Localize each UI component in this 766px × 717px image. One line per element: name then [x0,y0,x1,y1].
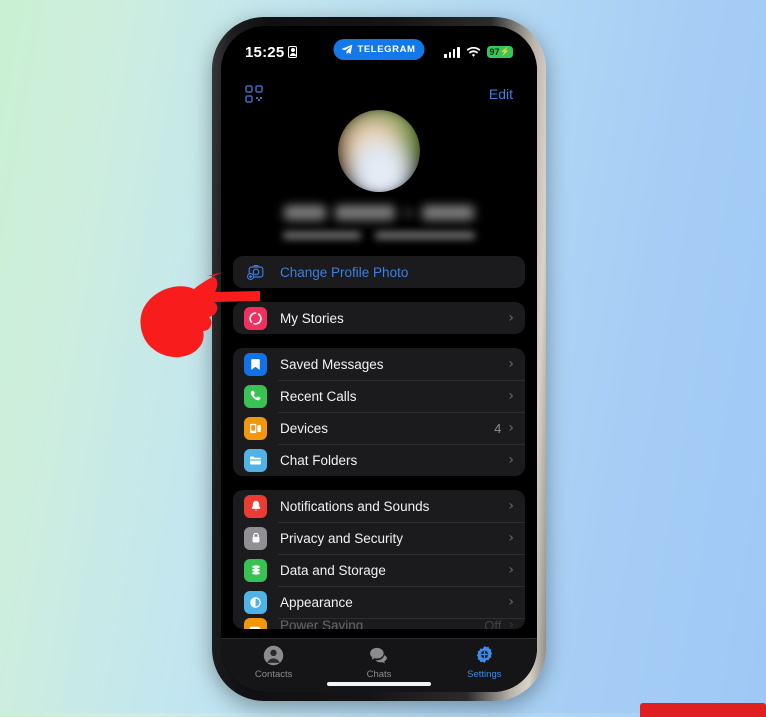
recent-calls-row[interactable]: Recent Calls › [233,380,525,412]
qr-code-icon[interactable] [245,84,263,103]
id-card-icon [288,46,298,58]
cellular-bars-icon [444,46,460,58]
row-label: Recent Calls [280,388,357,404]
row-label: My Stories [280,310,344,326]
clock-label: 15:25 [245,43,285,61]
battery-charging-icon: ⚡ [500,47,510,56]
home-indicator [327,681,431,686]
status-bar: 15:25 TELEGRAM 97 ⚡ [221,26,537,78]
nav-row: Edit [221,78,537,106]
row-label: Chat Folders [280,452,358,468]
chevron-right-icon: › [508,594,514,610]
profile-name-redacted [221,202,537,224]
dynamic-island-app-label: TELEGRAM [357,44,416,55]
phone-icon [244,384,267,408]
lock-icon [244,526,267,550]
chevron-right-icon: › [508,452,514,468]
database-icon [244,558,267,582]
telegram-plane-icon [341,44,353,55]
row-label: Appearance [280,594,353,610]
status-bar-left: 15:25 [245,43,298,61]
avatar[interactable] [338,110,420,192]
row-label: Saved Messages [280,356,384,372]
devices-row[interactable]: Devices 4 › [233,412,525,444]
saved-messages-row[interactable]: Saved Messages › [233,348,525,380]
change-profile-photo-row[interactable]: Change Profile Photo [233,256,525,288]
contrast-circle-icon [244,590,267,614]
bell-icon [244,494,267,518]
tab-label: Settings [467,669,502,680]
account-group: Saved Messages › Recent Calls › Devices … [233,348,525,476]
folder-icon [244,448,267,472]
avatar-image-blurred [338,110,420,192]
settings-group: Notifications and Sounds › Privacy and S… [233,490,525,629]
chevron-right-icon: › [508,562,514,578]
data-and-storage-row[interactable]: Data and Storage › [233,554,525,586]
chat-bubbles-icon [370,647,388,664]
battery-percent-label: 97 [489,46,500,57]
wifi-icon [466,46,480,57]
chevron-right-icon: › [508,530,514,546]
row-label: Notifications and Sounds [280,498,430,514]
appearance-row[interactable]: Appearance › [233,586,525,618]
dynamic-island-telegram-pill[interactable]: TELEGRAM [333,39,425,60]
status-bar-right: 97 ⚡ [444,46,513,58]
profile-header [221,106,537,242]
notifications-and-sounds-row[interactable]: Notifications and Sounds › [233,490,525,522]
phone-bezel: 15:25 TELEGRAM 97 ⚡ Edit Change Profile … [221,26,537,692]
tab-label: Chats [366,669,392,680]
person-circle-icon [263,645,284,666]
chevron-right-icon: › [508,420,514,436]
tab-chats[interactable]: Chats [326,644,431,680]
settings-list: Change Profile Photo My Stories › Saved … [221,256,537,629]
tab-contacts[interactable]: Contacts [221,644,326,680]
privacy-and-security-row[interactable]: Privacy and Security › [233,522,525,554]
edit-button[interactable]: Edit [489,86,513,102]
phone-device-frame: 15:25 TELEGRAM 97 ⚡ Edit Change Profile … [212,17,546,701]
my-stories-row[interactable]: My Stories › [233,302,525,334]
chat-folders-row[interactable]: Chat Folders › [233,444,525,476]
pointer-hand-cursor [140,272,260,358]
chevron-right-icon: › [508,310,514,326]
chevron-right-icon: › [508,618,514,629]
bottom-red-bar [640,703,766,717]
profile-actions-group: Change Profile Photo [233,256,525,288]
battery-saver-icon [244,618,267,629]
gear-icon [476,645,492,663]
devices-count-value: 4 [494,420,502,436]
phone-screen: 15:25 TELEGRAM 97 ⚡ Edit Change Profile … [221,26,537,692]
row-label: Data and Storage [280,562,386,578]
row-label: Devices [280,420,329,436]
power-saving-row[interactable]: Power Saving Off › [233,618,525,629]
profile-subtitle-redacted [221,229,537,242]
power-saving-value: Off [484,618,502,629]
row-label: Power Saving [280,618,364,629]
row-label: Privacy and Security [280,530,404,546]
chevron-right-icon: › [508,356,514,372]
chevron-right-icon: › [508,498,514,514]
chevron-right-icon: › [508,388,514,404]
row-label: Change Profile Photo [280,264,409,280]
tab-settings[interactable]: Settings [432,644,537,680]
battery-indicator: 97 ⚡ [486,46,513,58]
stories-group: My Stories › [233,302,525,334]
devices-icon [244,416,267,440]
tab-label: Contacts [254,669,293,680]
